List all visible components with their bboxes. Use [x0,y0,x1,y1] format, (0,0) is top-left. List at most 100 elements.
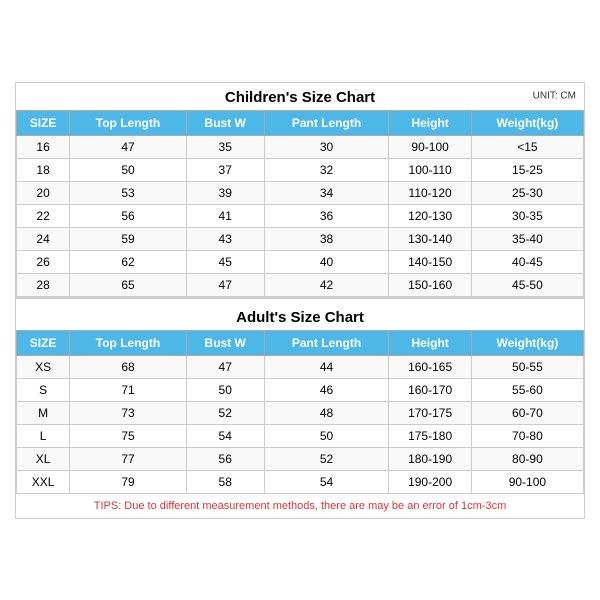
table-cell: 53 [70,181,187,204]
table-cell: 40-45 [471,250,583,273]
size-chart: Children's Size Chart UNIT: CM SIZE Top … [15,82,585,519]
table-cell: 110-120 [389,181,471,204]
table-cell: 73 [70,401,187,424]
table-cell: 15-25 [471,158,583,181]
table-cell: 30 [264,135,389,158]
table-row: L755450175-18070-80 [17,424,584,447]
table-cell: 35-40 [471,227,583,250]
adult-col-weight: Weight(kg) [471,330,583,355]
tips-text: TIPS: Due to different measurement metho… [16,494,584,518]
table-row: M735248170-17560-70 [17,401,584,424]
table-cell: 80-90 [471,447,583,470]
adult-col-bustw: Bust W [186,330,264,355]
table-cell: 175-180 [389,424,471,447]
table-cell: 120-130 [389,204,471,227]
table-cell: XL [17,447,70,470]
adult-col-toplength: Top Length [70,330,187,355]
table-cell: 62 [70,250,187,273]
table-row: XL775652180-19080-90 [17,447,584,470]
table-cell: 42 [264,273,389,296]
table-cell: 28 [17,273,70,296]
table-cell: 37 [186,158,264,181]
table-row: 18503732100-11015-25 [17,158,584,181]
table-cell: 16 [17,135,70,158]
table-cell: 70-80 [471,424,583,447]
children-header-row: SIZE Top Length Bust W Pant Length Heigh… [17,110,584,135]
table-cell: 58 [186,470,264,493]
table-cell: 190-200 [389,470,471,493]
table-cell: 26 [17,250,70,273]
table-cell: 68 [70,355,187,378]
table-cell: 52 [186,401,264,424]
table-cell: 77 [70,447,187,470]
table-cell: 45 [186,250,264,273]
table-cell: L [17,424,70,447]
table-cell: 71 [70,378,187,401]
table-cell: <15 [471,135,583,158]
table-row: 26624540140-15040-45 [17,250,584,273]
table-cell: 180-190 [389,447,471,470]
table-cell: XS [17,355,70,378]
children-col-bustw: Bust W [186,110,264,135]
table-cell: 46 [264,378,389,401]
table-cell: 47 [186,355,264,378]
table-cell: 24 [17,227,70,250]
table-cell: 60-70 [471,401,583,424]
adult-title-text: Adult's Size Chart [236,309,364,326]
table-row: 22564136120-13030-35 [17,204,584,227]
table-cell: 32 [264,158,389,181]
table-cell: 55-60 [471,378,583,401]
table-cell: S [17,378,70,401]
table-cell: 18 [17,158,70,181]
children-col-toplength: Top Length [70,110,187,135]
table-cell: 59 [70,227,187,250]
table-cell: 160-165 [389,355,471,378]
table-cell: 52 [264,447,389,470]
children-title-text: Children's Size Chart [225,89,375,106]
table-cell: 50 [70,158,187,181]
table-cell: 34 [264,181,389,204]
table-cell: 35 [186,135,264,158]
table-cell: 160-170 [389,378,471,401]
table-cell: 65 [70,273,187,296]
table-cell: M [17,401,70,424]
table-cell: 140-150 [389,250,471,273]
table-cell: 54 [264,470,389,493]
section-divider [16,297,584,301]
table-row: S715046160-17055-60 [17,378,584,401]
table-cell: 56 [186,447,264,470]
children-col-weight: Weight(kg) [471,110,583,135]
table-cell: 38 [264,227,389,250]
table-cell: 50 [186,378,264,401]
table-cell: 90-100 [389,135,471,158]
table-cell: 90-100 [471,470,583,493]
adult-table: SIZE Top Length Bust W Pant Length Heigh… [16,330,584,494]
table-cell: 150-160 [389,273,471,296]
unit-label: UNIT: CM [533,91,576,102]
table-cell: 79 [70,470,187,493]
table-cell: 170-175 [389,401,471,424]
table-cell: 50-55 [471,355,583,378]
table-cell: 130-140 [389,227,471,250]
table-row: 1647353090-100<15 [17,135,584,158]
children-col-pantlength: Pant Length [264,110,389,135]
adult-col-pantlength: Pant Length [264,330,389,355]
adult-header-row: SIZE Top Length Bust W Pant Length Heigh… [17,330,584,355]
table-cell: 41 [186,204,264,227]
table-cell: 45-50 [471,273,583,296]
table-cell: 43 [186,227,264,250]
table-row: 20533934110-12025-30 [17,181,584,204]
adult-col-size: SIZE [17,330,70,355]
table-cell: 56 [70,204,187,227]
table-cell: 30-35 [471,204,583,227]
table-row: XS684744160-16550-55 [17,355,584,378]
children-section-title: Children's Size Chart UNIT: CM [16,83,584,110]
table-cell: 36 [264,204,389,227]
children-table: SIZE Top Length Bust W Pant Length Heigh… [16,110,584,297]
table-cell: 47 [70,135,187,158]
adult-section-title: Adult's Size Chart [16,303,584,330]
table-cell: 40 [264,250,389,273]
table-cell: 22 [17,204,70,227]
children-col-size: SIZE [17,110,70,135]
table-row: XXL795854190-20090-100 [17,470,584,493]
